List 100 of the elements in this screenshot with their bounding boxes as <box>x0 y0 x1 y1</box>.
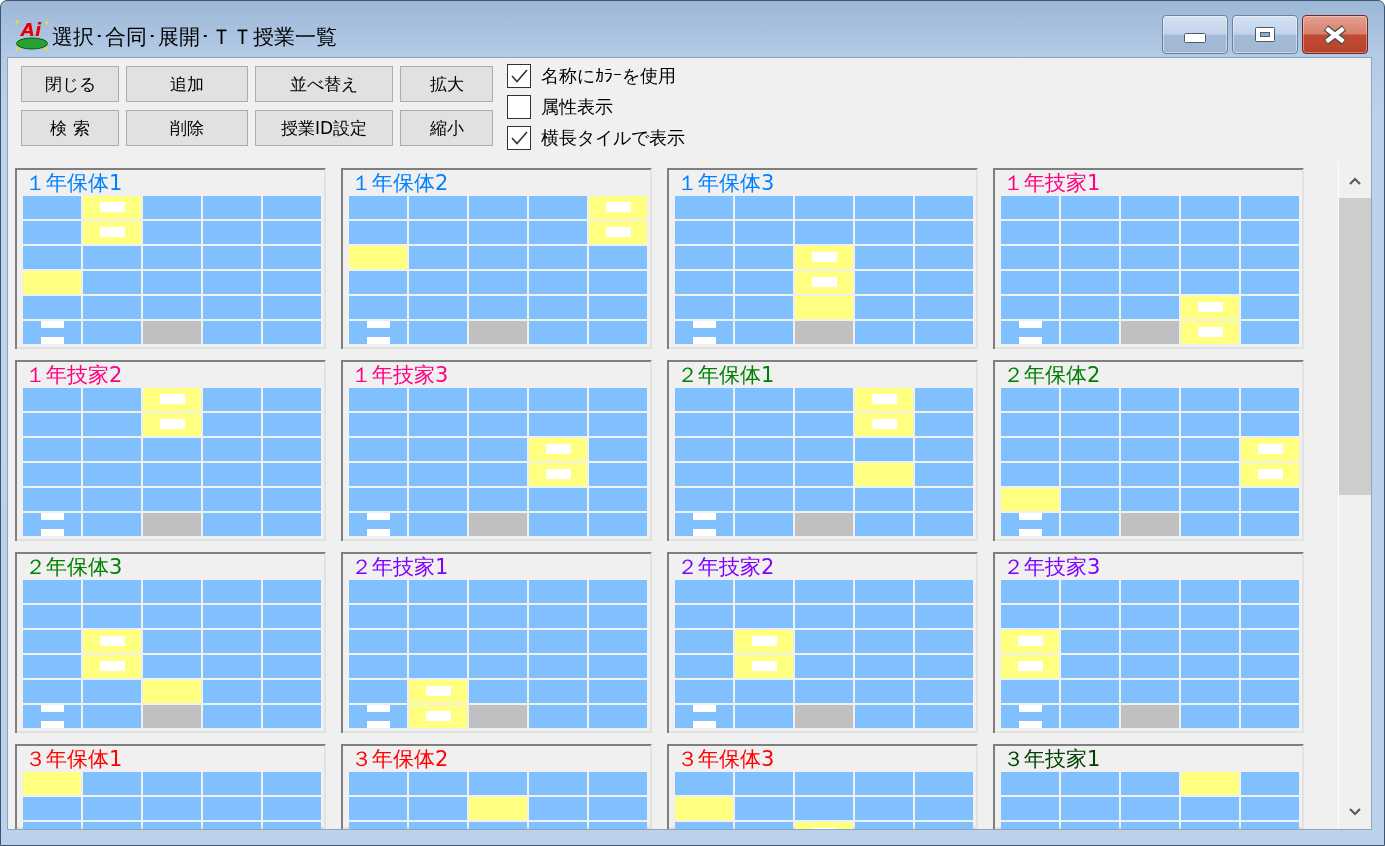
minimize-icon <box>1184 33 1206 43</box>
class-tile[interactable]: ３年保体1 <box>15 744 326 829</box>
checkbox-label[interactable]: 名称にｶﾗｰを使用 <box>541 64 676 88</box>
class-tile[interactable]: ３年技家1 <box>993 744 1304 829</box>
marker-icon <box>366 337 390 344</box>
marker-icon <box>1017 636 1043 646</box>
marker-icon <box>692 705 716 712</box>
maximize-button[interactable] <box>1232 15 1298 54</box>
class-tile[interactable]: １年保体3 <box>667 168 978 349</box>
checkbox-label[interactable]: 横長タイルで表示 <box>541 126 685 150</box>
class-tile[interactable]: １年技家2 <box>15 360 326 541</box>
marker-icon <box>99 661 125 671</box>
marker-icon <box>159 419 185 429</box>
toolbar-button[interactable]: 拡大 <box>400 66 493 102</box>
toolbar-button[interactable]: 検 索 <box>21 110 119 146</box>
marker-icon <box>811 828 837 829</box>
tile-title: １年保体2 <box>350 170 449 196</box>
marker-icon <box>40 321 64 328</box>
tile-title: １年技家3 <box>350 362 449 388</box>
checkbox[interactable] <box>507 126 531 150</box>
marker-icon <box>99 202 125 212</box>
marker-icon <box>545 469 571 479</box>
class-tile[interactable]: ２年保体2 <box>993 360 1304 541</box>
marker-icon <box>1018 721 1042 728</box>
toolbar-button[interactable]: 閉じる <box>21 66 119 102</box>
tile-title: ２年保体1 <box>676 362 775 388</box>
checkbox[interactable] <box>507 64 531 88</box>
marker-icon <box>366 321 390 328</box>
toolbar-button[interactable]: 授業ID設定 <box>255 110 393 146</box>
class-tile[interactable]: ２年技家1 <box>341 552 652 733</box>
marker-icon <box>366 513 390 520</box>
marker-icon <box>366 721 390 728</box>
class-tile[interactable]: ３年保体3 <box>667 744 978 829</box>
marker-icon <box>871 419 897 429</box>
maximize-icon <box>1255 27 1275 42</box>
tile-title: ２年保体3 <box>24 554 123 580</box>
class-tile[interactable]: ２年保体1 <box>667 360 978 541</box>
marker-icon <box>811 252 837 262</box>
tile-title: １年保体1 <box>24 170 123 196</box>
class-tile[interactable]: １年保体2 <box>341 168 652 349</box>
marker-icon <box>1018 321 1042 328</box>
chevron-up-icon <box>1349 176 1361 185</box>
tile-title: ２年技家2 <box>676 554 775 580</box>
class-tile[interactable]: １年保体1 <box>15 168 326 349</box>
class-tile[interactable]: ２年技家2 <box>667 552 978 733</box>
marker-icon <box>366 529 390 536</box>
class-tile[interactable]: １年技家1 <box>993 168 1304 349</box>
minimize-button[interactable] <box>1162 15 1228 54</box>
app-logo: Ai <box>15 18 49 50</box>
close-button[interactable] <box>1302 15 1368 54</box>
marker-icon <box>99 636 125 646</box>
chevron-down-icon <box>1349 807 1361 816</box>
window-title: 選択･合同･展開･ＴＴ授業一覧 <box>52 24 337 50</box>
marker-icon <box>366 705 390 712</box>
tile-title: １年保体3 <box>676 170 775 196</box>
class-tile[interactable]: ２年技家3 <box>993 552 1304 733</box>
marker-icon <box>751 636 777 646</box>
marker-icon <box>811 277 837 287</box>
marker-icon <box>99 227 125 237</box>
marker-icon <box>871 394 897 404</box>
marker-icon <box>40 337 64 344</box>
marker-icon <box>545 444 571 454</box>
marker-icon <box>692 337 716 344</box>
marker-icon <box>1018 529 1042 536</box>
marker-icon <box>1197 327 1223 337</box>
toolbar-button[interactable]: 削除 <box>126 110 248 146</box>
tile-title: ２年技家3 <box>1002 554 1101 580</box>
checkbox[interactable] <box>507 95 531 119</box>
marker-icon <box>605 227 631 237</box>
class-tile[interactable]: ２年保体3 <box>15 552 326 733</box>
marker-icon <box>1018 705 1042 712</box>
marker-icon <box>1018 337 1042 344</box>
tile-title: １年技家1 <box>1002 170 1101 196</box>
marker-icon <box>1257 469 1283 479</box>
marker-icon <box>692 721 716 728</box>
marker-icon <box>1017 661 1043 671</box>
toolbar-button[interactable]: 追加 <box>126 66 248 102</box>
marker-icon <box>40 529 64 536</box>
toolbar-button[interactable]: 並べ替え <box>255 66 393 102</box>
marker-icon <box>40 705 64 712</box>
tile-title: ３年保体3 <box>676 746 775 772</box>
marker-icon <box>425 686 451 696</box>
close-icon <box>1322 24 1348 45</box>
checkbox-label[interactable]: 属性表示 <box>541 95 613 119</box>
toolbar-button[interactable]: 縮小 <box>400 110 493 146</box>
marker-icon <box>40 721 64 728</box>
class-tile[interactable]: ３年保体2 <box>341 744 652 829</box>
marker-icon <box>751 661 777 671</box>
marker-icon <box>605 202 631 212</box>
marker-icon <box>425 711 451 721</box>
marker-icon <box>692 529 716 536</box>
scrollbar-thumb[interactable] <box>1339 198 1371 495</box>
tile-title: ３年保体2 <box>350 746 449 772</box>
marker-icon <box>159 394 185 404</box>
checkmark-icon <box>510 69 528 83</box>
marker-icon <box>1018 513 1042 520</box>
marker-icon <box>692 321 716 328</box>
checkmark-icon <box>510 131 528 145</box>
tile-title: ２年保体2 <box>1002 362 1101 388</box>
class-tile[interactable]: １年技家3 <box>341 360 652 541</box>
